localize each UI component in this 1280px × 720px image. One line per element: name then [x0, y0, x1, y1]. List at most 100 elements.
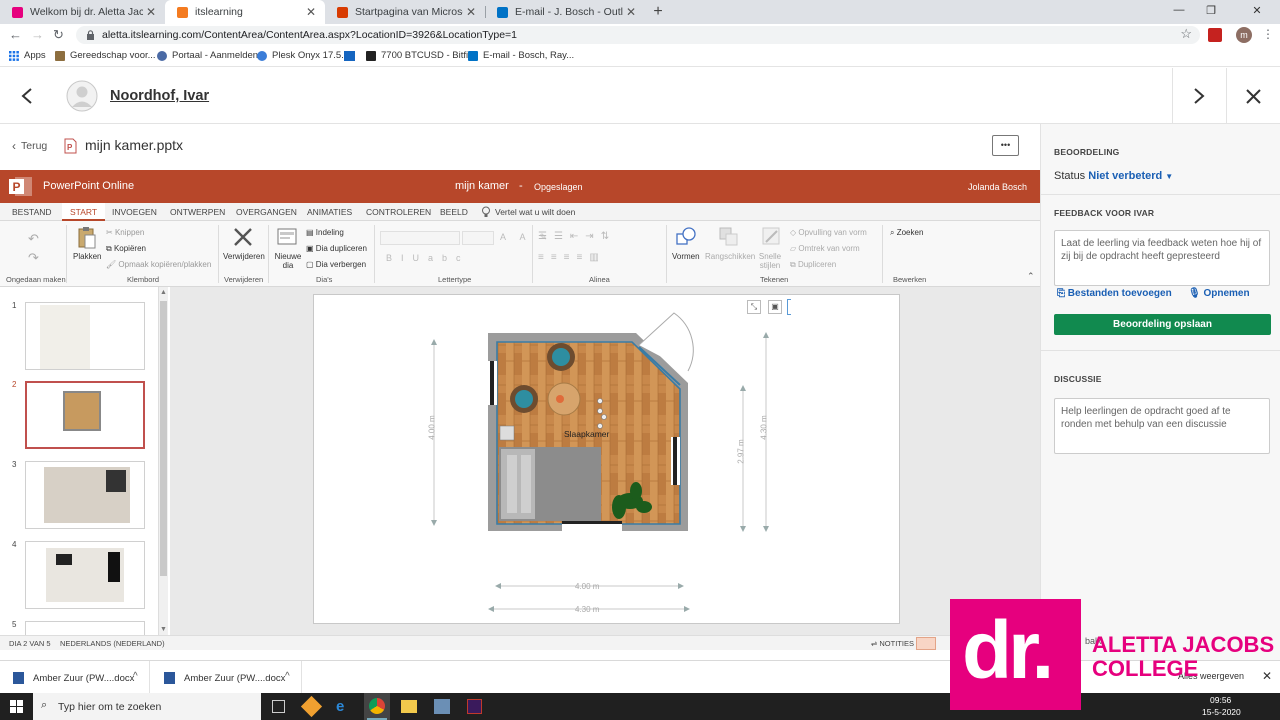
- tab-animations[interactable]: ANIMATIES: [307, 207, 352, 217]
- delete-x-icon[interactable]: [233, 227, 253, 247]
- slide-thumbnail-2[interactable]: [25, 381, 145, 449]
- minimize-icon[interactable]: —: [1172, 4, 1186, 16]
- shape-fill-button[interactable]: ◇ Opvulling van vorm: [790, 228, 867, 237]
- copy-button[interactable]: ⧉ Kopiëren: [106, 244, 146, 254]
- teams-app-icon[interactable]: [467, 699, 482, 714]
- tab-start[interactable]: START: [62, 203, 106, 221]
- browser-tab-itslearning[interactable]: itslearning ✕: [165, 0, 325, 24]
- find-button[interactable]: ⌕ Zoeken: [890, 228, 923, 238]
- tab-close-icon[interactable]: ✕: [463, 5, 479, 19]
- tab-close-icon[interactable]: ✕: [303, 5, 319, 19]
- bookmark-star-icon[interactable]: ☆: [1180, 26, 1192, 42]
- new-tab-button[interactable]: +: [650, 3, 666, 21]
- duplicate-button[interactable]: ⧉ Dupliceren: [790, 260, 836, 270]
- record-link[interactable]: 🎙 Opnemen: [1188, 288, 1250, 299]
- shapes-button-label[interactable]: Vormen: [672, 252, 700, 261]
- tab-view[interactable]: BEELD: [440, 207, 468, 217]
- bookmark-plesk[interactable]: Plesk Onyx 17.5.3: [257, 50, 349, 61]
- paste-icon[interactable]: [77, 226, 97, 250]
- save-grade-button[interactable]: Beoordeling opslaan: [1054, 314, 1271, 335]
- slide-thumbnail-4[interactable]: [25, 541, 145, 609]
- bookmark-folder-tools[interactable]: Gereedschap voor...: [55, 50, 156, 61]
- discussion-textarea[interactable]: Help leerlingen de opdracht goed af te r…: [1054, 398, 1270, 454]
- new-slide-button[interactable]: Nieuwe dia: [274, 252, 302, 270]
- arrange-icon[interactable]: [718, 226, 740, 248]
- tab-file[interactable]: BESTAND: [12, 207, 52, 217]
- reload-icon[interactable]: ↻: [53, 27, 64, 43]
- font-family-select[interactable]: [380, 231, 460, 245]
- download-item-1[interactable]: Amber Zuur (PW....docx ^: [0, 661, 150, 693]
- notes-button[interactable]: ⇌ NOTITIES: [871, 639, 914, 648]
- tab-insert[interactable]: INVOEGEN: [112, 207, 157, 217]
- next-student-icon[interactable]: [1192, 87, 1206, 105]
- previous-student-icon[interactable]: [20, 87, 34, 105]
- quick-styles-icon[interactable]: [761, 226, 783, 248]
- format-painter-button[interactable]: 🖌 Opmaak kopiëren/plakken: [106, 260, 211, 269]
- scrollbar-thumb[interactable]: [160, 301, 167, 576]
- font-format-buttons[interactable]: BIUabc: [386, 253, 470, 263]
- scroll-up-icon[interactable]: ▲: [160, 289, 167, 296]
- language-label[interactable]: NEDERLANDS (NEDERLAND): [60, 639, 165, 648]
- slide-thumbnail-1[interactable]: [25, 302, 145, 370]
- current-slide[interactable]: Slaapkamer 4.00 m 2.97 m 4.30 m 4.00 m 4…: [313, 294, 900, 624]
- back-link[interactable]: ‹ Terug: [12, 139, 47, 153]
- close-icon[interactable]: [1246, 89, 1261, 104]
- status-dropdown[interactable]: Niet verbeterd ▼: [1088, 170, 1173, 182]
- layout-button[interactable]: ▤ Indeling: [306, 228, 344, 237]
- chevron-up-icon[interactable]: ^: [285, 671, 290, 682]
- slide-thumbnail-3[interactable]: [25, 461, 145, 529]
- cut-button[interactable]: ✂ Knippen: [106, 228, 144, 237]
- bookmark-email[interactable]: E-mail - Bosch, Ray...: [468, 50, 574, 61]
- new-slide-icon[interactable]: [277, 226, 299, 248]
- browser-tab-outlook[interactable]: E-mail - J. Bosch - Outlook ✕: [485, 0, 645, 24]
- slide-thumbnail-5[interactable]: [25, 621, 145, 635]
- window-close-icon[interactable]: ✕: [1250, 4, 1264, 17]
- picture-settings-icon[interactable]: ▣: [768, 300, 782, 314]
- list-buttons[interactable]: ☰☰⇤⇥⇅: [538, 231, 616, 242]
- arrange-button-label[interactable]: Rangschikken: [705, 252, 755, 261]
- tell-me-search[interactable]: Vertel wat u wilt doen: [495, 207, 575, 217]
- ppt-doc-title[interactable]: mijn kamer: [455, 180, 509, 192]
- chrome-taskbar-button[interactable]: [364, 693, 390, 720]
- download-item-2[interactable]: Amber Zuur (PW....docx ^: [150, 661, 302, 693]
- scroll-down-icon[interactable]: ▼: [160, 626, 167, 633]
- tab-close-icon[interactable]: ✕: [143, 5, 159, 19]
- hide-slide-button[interactable]: ▢ Dia verbergen: [306, 260, 366, 269]
- browser-tab-office[interactable]: Startpagina van Microsoft Office ✕: [325, 0, 485, 24]
- thumbnail-scrollbar[interactable]: ▲ ▼: [158, 287, 168, 635]
- student-name[interactable]: Noordhof, Ivar: [110, 88, 209, 104]
- tab-close-icon[interactable]: ✕: [623, 5, 639, 19]
- undo-icon[interactable]: ↶: [28, 231, 39, 247]
- bookmark-bitfinex[interactable]: 7700 BTCUSD - Bitfi...: [366, 50, 476, 61]
- url-field[interactable]: aletta.itslearning.com/ContentArea/Conte…: [76, 26, 1200, 44]
- extension-icon[interactable]: [1208, 28, 1222, 42]
- normal-view-icon[interactable]: [916, 637, 936, 650]
- more-options-button[interactable]: •••: [992, 135, 1019, 156]
- profile-avatar[interactable]: m: [1236, 27, 1252, 43]
- task-view-icon[interactable]: [272, 700, 285, 713]
- sbu-icon[interactable]: [344, 51, 355, 61]
- app-icon[interactable]: [300, 695, 323, 718]
- browser-menu-icon[interactable]: ⋮: [1262, 27, 1274, 41]
- browser-back-icon[interactable]: ←: [9, 27, 22, 42]
- delete-button-label[interactable]: Verwijderen: [223, 252, 265, 261]
- tab-design[interactable]: ONTWERPEN: [170, 207, 225, 217]
- collapse-ribbon-icon[interactable]: ⌃: [1027, 271, 1035, 282]
- browser-tab-school[interactable]: Welkom bij dr. Aletta Jacobs Coll ✕: [0, 0, 165, 24]
- quick-styles-button[interactable]: Snelle stijlen: [758, 252, 782, 270]
- selection-handle[interactable]: [787, 299, 791, 315]
- picture-tool-icon[interactable]: ⤡: [747, 300, 761, 314]
- network-app-icon[interactable]: [434, 699, 450, 714]
- bookmark-portal[interactable]: Portaal - Aanmelden: [157, 50, 258, 61]
- redo-icon[interactable]: ↷: [28, 250, 39, 266]
- taskbar-search[interactable]: ⌕ Typ hier om te zoeken: [33, 693, 261, 720]
- file-explorer-icon[interactable]: [401, 700, 417, 713]
- maximize-icon[interactable]: ❐: [1204, 4, 1218, 17]
- feedback-textarea[interactable]: Laat de leerling via feedback weten hoe …: [1054, 230, 1270, 286]
- ppt-user-name[interactable]: Jolanda Bosch: [968, 182, 1027, 192]
- edge-icon[interactable]: e: [336, 698, 344, 715]
- tab-review[interactable]: CONTROLEREN: [366, 207, 431, 217]
- tab-transitions[interactable]: OVERGANGEN: [236, 207, 297, 217]
- attach-files-link[interactable]: ⎘ Bestanden toevoegen: [1057, 288, 1172, 299]
- chevron-up-icon[interactable]: ^: [133, 671, 138, 682]
